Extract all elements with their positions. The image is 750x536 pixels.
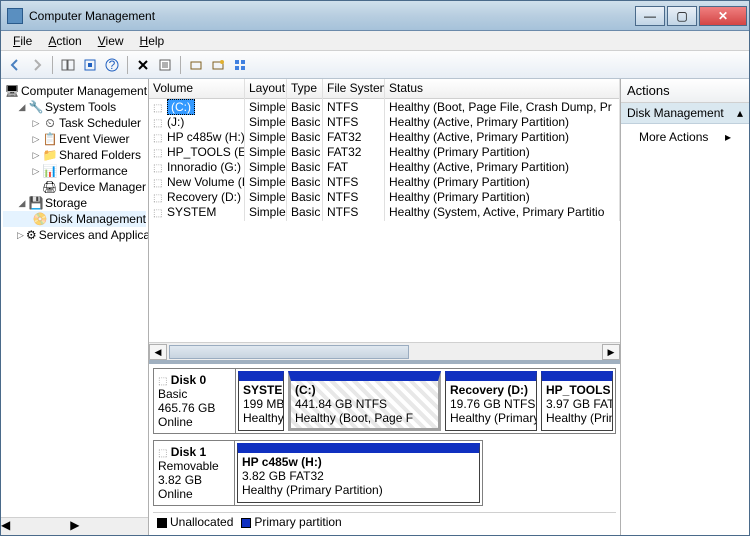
collapse-icon: ▴ xyxy=(737,106,743,120)
legend-primary: Primary partition xyxy=(254,515,341,529)
action-more[interactable]: More Actions▸ xyxy=(621,124,749,150)
volumes-scrollbar[interactable]: ◀▶ xyxy=(149,342,620,360)
delete-icon[interactable] xyxy=(133,55,153,75)
menubar: File Action View Help xyxy=(1,31,749,51)
legend: Unallocated Primary partition xyxy=(153,512,616,531)
chevron-right-icon: ▸ xyxy=(725,130,731,144)
close-button[interactable]: ✕ xyxy=(699,6,747,26)
col-layout[interactable]: Layout xyxy=(245,79,287,98)
part-hptools[interactable]: HP_TOOLS (3.97 GB FAT3Healthy (Prin xyxy=(541,371,613,431)
maximize-button[interactable]: ▢ xyxy=(667,6,697,26)
disk0-info[interactable]: ⬚ Disk 0 Basic 465.76 GB Online xyxy=(154,369,236,433)
actions-pane: Actions Disk Management▴ More Actions▸ xyxy=(621,79,749,535)
disk0-row: ⬚ Disk 0 Basic 465.76 GB Online SYSTEM19… xyxy=(153,368,616,434)
tree-services[interactable]: ▷⚙Services and Applications xyxy=(3,227,146,243)
computer-icon: 🖥 xyxy=(5,84,19,98)
legend-unalloc: Unallocated xyxy=(170,515,233,529)
part-c[interactable]: (C:)441.84 GB NTFSHealthy (Boot, Page F xyxy=(288,371,441,431)
titlebar: Computer Management — ▢ ✕ xyxy=(1,1,749,31)
event-icon: 📋 xyxy=(43,132,57,146)
part-recovery[interactable]: Recovery (D:)19.76 GB NTFSHealthy (Prima… xyxy=(445,371,537,431)
svg-text:?: ? xyxy=(109,58,116,72)
storage-icon: 💾 xyxy=(29,196,43,210)
action2-icon[interactable] xyxy=(208,55,228,75)
back-icon[interactable] xyxy=(5,55,25,75)
toolbar: ? xyxy=(1,51,749,79)
actions-category[interactable]: Disk Management▴ xyxy=(621,103,749,124)
show-hide-icon[interactable] xyxy=(58,55,78,75)
action1-icon[interactable] xyxy=(186,55,206,75)
disk-icon: 📀 xyxy=(33,212,47,226)
tree-performance[interactable]: ▷📊Performance xyxy=(3,163,146,179)
forward-icon[interactable] xyxy=(27,55,47,75)
disk-graph: ⬚ Disk 0 Basic 465.76 GB Online SYSTEM19… xyxy=(149,360,620,535)
tree-system-tools[interactable]: ◢🔧System Tools xyxy=(3,99,146,115)
menu-view[interactable]: View xyxy=(90,32,132,50)
disk1-row: ⬚ Disk 1 Removable 3.82 GB Online HP c48… xyxy=(153,440,616,506)
minimize-button[interactable]: — xyxy=(635,6,665,26)
menu-file[interactable]: File xyxy=(5,32,40,50)
volume-row[interactable]: ⬚SYSTEMSimpleBasicNTFSHealthy (System, A… xyxy=(149,204,620,219)
col-fs[interactable]: File System xyxy=(323,79,385,98)
perf-icon: 📊 xyxy=(43,164,57,178)
col-volume[interactable]: Volume xyxy=(149,79,245,98)
services-icon: ⚙ xyxy=(26,228,37,242)
menu-help[interactable]: Help xyxy=(132,32,173,50)
action3-icon[interactable] xyxy=(230,55,250,75)
nav-tree: 🖥Computer Management ◢🔧System Tools ▷⏲Ta… xyxy=(1,79,149,535)
device-icon: 🖨 xyxy=(43,180,57,194)
legend-unalloc-icon xyxy=(157,518,167,528)
col-status[interactable]: Status xyxy=(385,79,620,98)
part-system[interactable]: SYSTEM199 MBHealthy xyxy=(238,371,284,431)
part-h[interactable]: HP c485w (H:)3.82 GB FAT32Healthy (Prima… xyxy=(237,443,480,503)
folder-icon: 📁 xyxy=(43,148,57,162)
refresh-icon[interactable] xyxy=(80,55,100,75)
col-type[interactable]: Type xyxy=(287,79,323,98)
tree-event-viewer[interactable]: ▷📋Event Viewer xyxy=(3,131,146,147)
volume-list: Volume Layout Type File System Status ⬚(… xyxy=(149,79,620,342)
tree-shared-folders[interactable]: ▷📁Shared Folders xyxy=(3,147,146,163)
tree-disk-management[interactable]: 📀Disk Management xyxy=(3,211,146,227)
tree-device-manager[interactable]: 🖨Device Manager xyxy=(3,179,146,195)
menu-action[interactable]: Action xyxy=(40,32,89,50)
tree-storage[interactable]: ◢💾Storage xyxy=(3,195,146,211)
properties-icon[interactable] xyxy=(155,55,175,75)
actions-header: Actions xyxy=(621,79,749,103)
clock-icon: ⏲ xyxy=(43,116,57,130)
main-pane: Volume Layout Type File System Status ⬚(… xyxy=(149,79,621,535)
tree-root[interactable]: 🖥Computer Management xyxy=(3,83,146,99)
legend-primary-icon xyxy=(241,518,251,528)
app-icon xyxy=(7,8,23,24)
tree-scrollbar[interactable]: ◀▶ xyxy=(1,517,148,535)
tree-task-scheduler[interactable]: ▷⏲Task Scheduler xyxy=(3,115,146,131)
window-title: Computer Management xyxy=(29,9,633,23)
tools-icon: 🔧 xyxy=(29,100,43,114)
help-icon[interactable]: ? xyxy=(102,55,122,75)
disk1-info[interactable]: ⬚ Disk 1 Removable 3.82 GB Online xyxy=(153,440,235,506)
